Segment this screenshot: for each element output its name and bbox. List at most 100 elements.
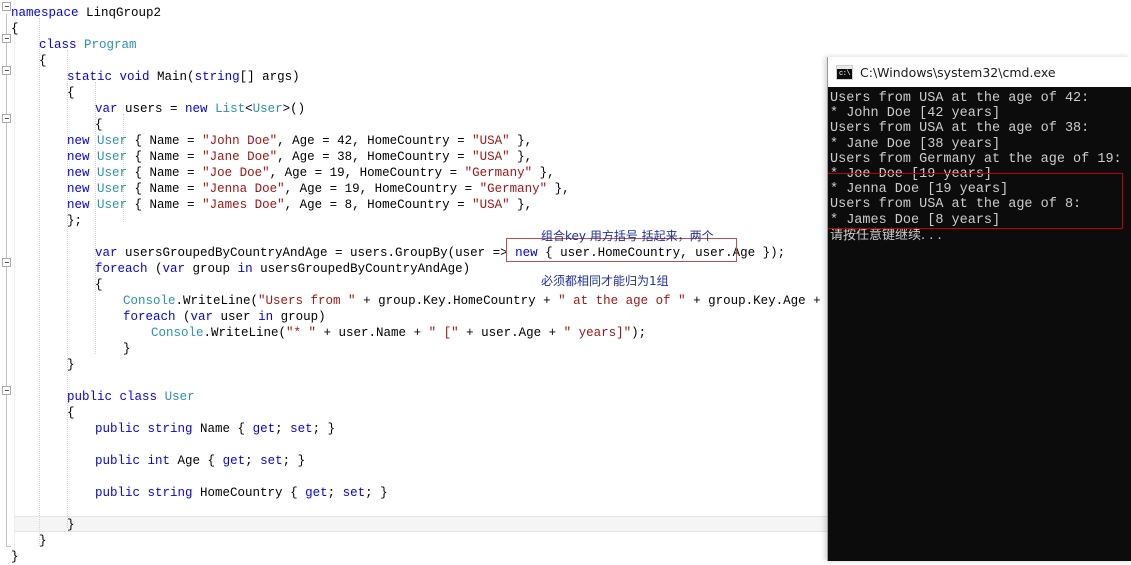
console-output-line: * John Doe [42 years]	[830, 106, 1001, 122]
code-token: ; }	[365, 486, 388, 500]
code-token: "Germany"	[479, 182, 548, 196]
code-token: ;	[327, 486, 343, 500]
code-token: in	[258, 310, 274, 324]
code-token: var	[162, 262, 186, 276]
console-output-line: Users from Germany at the age of 19:	[830, 151, 1122, 167]
code-token: HomeCountry {	[192, 486, 306, 500]
code-line[interactable]: new User { Name = "Joe Doe", Age = 19, H…	[67, 165, 555, 181]
code-token: {	[67, 406, 75, 420]
code-line[interactable]: Console.WriteLine("* " + user.Name + " […	[151, 325, 646, 341]
code-line[interactable]: {	[67, 85, 75, 101]
fold-toggle-foreach[interactable]	[2, 258, 11, 267]
code-token: Main(	[149, 70, 195, 84]
code-token: public	[95, 486, 141, 500]
code-token: .WriteLine(	[203, 326, 287, 340]
outlining-margin[interactable]	[0, 0, 15, 561]
code-line[interactable]: static void Main(string[] args)	[67, 69, 300, 85]
code-line[interactable]: }	[39, 533, 47, 549]
console-output-line: Users from USA at the age of 42:	[830, 91, 1090, 106]
code-token: usersGroupedByCountryAndAge = users.Grou…	[117, 246, 516, 260]
fold-toggle-class-program[interactable]	[2, 34, 11, 43]
code-token: Age {	[170, 454, 223, 468]
code-token: string	[147, 422, 193, 436]
code-token: int	[147, 454, 171, 468]
code-token: <	[245, 102, 253, 116]
code-token: },	[509, 150, 533, 164]
code-token: " ["	[428, 326, 459, 340]
code-token: [] args)	[239, 70, 300, 84]
code-line[interactable]: }	[67, 517, 75, 533]
code-token: "Users from "	[258, 294, 356, 308]
code-token: },	[532, 166, 555, 180]
code-line[interactable]: {	[11, 21, 19, 37]
code-line[interactable]: namespace LinqGroup2	[11, 5, 161, 21]
code-token: "Germany"	[464, 166, 533, 180]
code-line[interactable]: {	[67, 405, 75, 421]
code-token: string	[147, 486, 193, 500]
code-line[interactable]: public int Age { get; set; }	[95, 453, 305, 469]
console-title-bar[interactable]: c:\ C:\Windows\system32\cmd.exe	[828, 57, 1131, 87]
fold-toggle-namespace[interactable]	[2, 2, 11, 11]
code-token: >()	[282, 102, 306, 116]
code-line[interactable]: }	[123, 341, 131, 357]
code-line[interactable]: class Program	[39, 37, 137, 53]
code-line[interactable]: {	[95, 117, 103, 133]
code-line[interactable]: Console.WriteLine("Users from " + group.…	[123, 293, 866, 309]
code-token: ;	[275, 422, 291, 436]
fold-toggle-main-method[interactable]	[2, 66, 11, 75]
fold-toggle-list-initializer[interactable]	[2, 114, 11, 123]
code-line[interactable]: {	[39, 53, 47, 69]
console-output-line: * James Doe [8 years]	[830, 212, 1001, 228]
code-token: var	[190, 310, 214, 324]
code-line[interactable]: };	[67, 213, 82, 229]
code-token: "* "	[286, 326, 317, 340]
code-line[interactable]: new User { Name = "James Doe", Age = 8, …	[67, 197, 532, 213]
code-line[interactable]: public string HomeCountry { get; set; }	[95, 485, 388, 501]
indent-guide	[67, 50, 69, 528]
cmd-console-window[interactable]: c:\ C:\Windows\system32\cmd.exe Users fr…	[827, 57, 1131, 561]
code-token: class	[39, 38, 77, 52]
code-token: "James Doe"	[202, 198, 285, 212]
code-token: }	[123, 342, 131, 356]
code-token: foreach	[95, 262, 148, 276]
code-token: }	[67, 358, 75, 372]
code-token: + user.Age +	[458, 326, 564, 340]
code-line[interactable]: }	[67, 357, 75, 373]
code-token: (	[175, 310, 191, 324]
code-line[interactable]: foreach (var user in group)	[123, 309, 326, 325]
code-token: "Jenna Doe"	[202, 182, 285, 196]
code-token: " years]"	[563, 326, 632, 340]
code-line[interactable]: public string Name { get; set; }	[95, 421, 335, 437]
code-token: {	[95, 278, 103, 292]
code-line[interactable]: new User { Name = "Jenna Doe", Age = 19,…	[67, 181, 570, 197]
code-token: {	[67, 86, 75, 100]
code-line[interactable]: public class User	[67, 389, 195, 405]
code-token: LinqGroup2	[78, 6, 162, 20]
code-token: User	[97, 182, 128, 196]
console-output-area[interactable]: Users from USA at the age of 42: * John D…	[828, 87, 1131, 561]
code-line[interactable]: var users = new List<User>()	[95, 101, 305, 117]
code-token: }	[39, 534, 47, 548]
code-token: var	[95, 246, 118, 260]
code-line[interactable]: new User { Name = "John Doe", Age = 42, …	[67, 133, 532, 149]
code-line[interactable]: new User { Name = "Jane Doe", Age = 38, …	[67, 149, 532, 165]
code-token: Program	[84, 38, 137, 52]
code-line[interactable]: }	[11, 549, 19, 565]
code-line[interactable]: foreach (var group in usersGroupedByCoun…	[95, 261, 470, 277]
code-token: ;	[245, 454, 261, 468]
code-token: ; }	[282, 454, 306, 468]
code-token: "USA"	[472, 150, 510, 164]
code-token: },	[509, 134, 533, 148]
code-token: {	[95, 118, 103, 132]
code-line[interactable]: {	[95, 277, 103, 293]
code-token: { Name =	[127, 166, 203, 180]
fold-toggle-class-user[interactable]	[2, 386, 11, 395]
code-token: User	[97, 134, 128, 148]
